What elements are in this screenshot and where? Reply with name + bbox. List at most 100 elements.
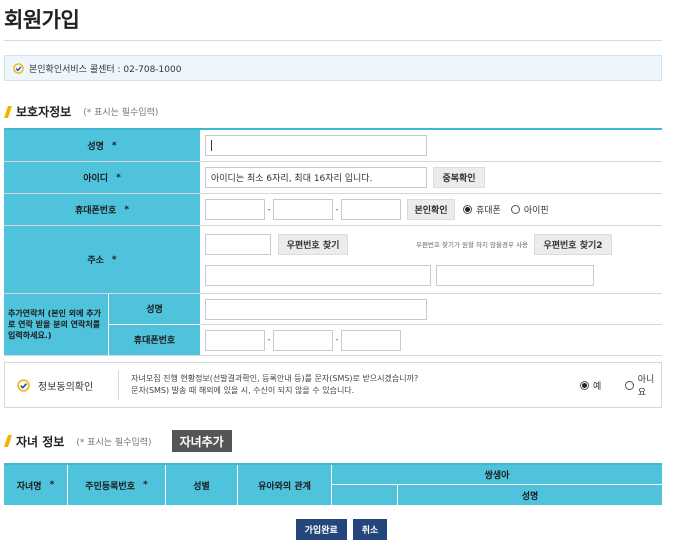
name-row: 성명 *: [4, 130, 662, 162]
consent-yes-radio[interactable]: 예: [579, 379, 602, 392]
zip-line: 우편번호 찾기 우편번호 찾기가 원할 하지 않을경우 사용 우편번호 찾기2: [205, 233, 662, 255]
extra-phone3-input[interactable]: [341, 329, 401, 351]
extra-phone-value: - -: [201, 325, 662, 355]
radio-dot: [625, 380, 634, 390]
dash: -: [267, 335, 271, 345]
id-value-cell: 아이디는 최소 6자리, 최대 16자리 입니다. 중복확인: [201, 162, 662, 193]
zipcode-input[interactable]: [205, 233, 271, 255]
consent-no-radio[interactable]: 아니요: [625, 372, 661, 398]
consent-text: 자녀모집 진행 현황정보(선발결과확인, 등록안내 등)를 문자(SMS)로 받…: [119, 373, 460, 397]
zip-search2-button[interactable]: 우편번호 찾기2: [534, 233, 612, 255]
guardian-id-input[interactable]: 아이디는 최소 6자리, 최대 16자리 입니다.: [205, 167, 427, 188]
required-mark: *: [142, 480, 148, 490]
callcenter-notice: 본인확인서비스 콜센터 : 02-708-1000: [4, 55, 662, 81]
check-circle-icon: [13, 62, 24, 74]
required-mark: *: [111, 140, 117, 151]
name-label: 성명: [87, 142, 104, 152]
radio-dot: [463, 205, 472, 214]
title-divider: [4, 40, 662, 41]
verify-button[interactable]: 본인확인: [407, 199, 455, 220]
extra-contact-label: 추가연락처 (본인 외에 추가로 연락 받을 분의 연락처를 입력하세요.): [8, 309, 101, 340]
cancel-button[interactable]: 취소: [352, 519, 388, 540]
radio-ipin-label: 아이핀: [523, 206, 549, 216]
consent-yes-label: 예: [592, 381, 602, 392]
address-value-cell: 우편번호 찾기 우편번호 찾기가 원할 하지 않을경우 사용 우편번호 찾기2: [201, 226, 662, 293]
dash: -: [335, 204, 339, 215]
add-child-button[interactable]: 자녀추가: [171, 430, 232, 452]
extra-phone2-input[interactable]: [273, 329, 333, 351]
guardian-title: 보호자정보: [16, 105, 72, 119]
phone-label-cell: 휴대폰번호 *: [4, 194, 201, 225]
col-resident-number-label: 주민등록번호: [85, 481, 135, 492]
form-actions: 가입완료 취소: [0, 519, 683, 540]
extra-values: - -: [201, 294, 662, 355]
page-title: 회원가입: [4, 8, 80, 32]
children-table: 자녀명 * 주민등록번호 * 성별 유아와의 관계 쌍생아 성명: [4, 463, 662, 505]
col-gender: 성별: [166, 465, 238, 505]
radio-dot: [579, 380, 589, 390]
address-line: [205, 264, 594, 286]
radio-phone-label: 휴대폰: [476, 206, 501, 216]
id-row: 아이디 * 아이디는 최소 6자리, 최대 16자리 입니다. 중복확인: [4, 162, 662, 194]
extra-phone1-input[interactable]: [205, 329, 265, 351]
phone-row: 휴대폰번호 * - - 본인확인 휴대폰 아이핀: [4, 194, 662, 226]
required-mark: *: [116, 172, 121, 183]
guardian-section-heading: 보호자정보 (* 표시는 필수입력): [4, 103, 159, 120]
section-marker: [4, 105, 12, 118]
consent-label-cell: 정보동의확인: [5, 370, 120, 400]
check-circle-icon: [17, 378, 30, 392]
consent-no-label: 아니요: [637, 375, 655, 398]
col-twin: 쌍생아 성명: [332, 465, 662, 505]
address2-input[interactable]: [436, 264, 594, 286]
guardian-name-input[interactable]: [205, 135, 427, 156]
section-marker: [4, 435, 12, 447]
col-resident-number: 주민등록번호 *: [68, 465, 166, 505]
children-table-header: 자녀명 * 주민등록번호 * 성별 유아와의 관계 쌍생아 성명: [4, 465, 662, 505]
notice-text: 본인확인서비스 콜센터 : 02-708-1000: [29, 64, 182, 75]
id-label-cell: 아이디 *: [4, 162, 201, 193]
guardian-note: (* 표시는 필수입력): [83, 108, 159, 118]
children-note: (* 표시는 필수입력): [76, 437, 152, 448]
consent-box: 정보동의확인 자녀모집 진행 현황정보(선발결과확인, 등록안내 등)를 문자(…: [4, 362, 662, 408]
dash: -: [335, 335, 339, 345]
required-mark: *: [111, 254, 117, 265]
twin-name-col: 성명: [398, 485, 662, 505]
address-label: 주소: [87, 256, 104, 266]
extra-name-label: 성명: [146, 305, 163, 316]
twin-header: 쌍생아: [332, 465, 662, 485]
extra-name-label-cell: 성명: [109, 294, 201, 325]
col-child-name: 자녀명 *: [4, 465, 68, 505]
consent-line1: 자녀모집 진행 현황정보(선발결과확인, 등록안내 등)를 문자(SMS)로 받…: [131, 374, 419, 383]
extra-contact-label-cell: 추가연락처 (본인 외에 추가로 연락 받을 분의 연락처를 입력하세요.): [4, 294, 109, 355]
radio-dot: [510, 205, 520, 214]
name-value-cell: [201, 130, 662, 161]
col-gender-label: 성별: [193, 481, 210, 492]
radio-ipin[interactable]: 아이핀: [510, 203, 549, 216]
children-section-heading: 자녀 정보 (* 표시는 필수입력) 자녀추가: [4, 430, 232, 452]
col-child-name-label: 자녀명: [16, 481, 42, 492]
extra-name-input[interactable]: [205, 298, 427, 320]
phone-value-cell: - - 본인확인 휴대폰 아이핀: [201, 194, 662, 225]
col-relation: 유아와의 관계: [238, 465, 332, 505]
consent-line2: 문자(SMS) 발송 때 해외에 있을 시, 수신이 되지 않을 수 있습니다.: [131, 386, 355, 395]
dash: -: [267, 204, 271, 215]
twin-subheader: 성명: [332, 485, 662, 505]
children-title: 자녀 정보: [16, 434, 65, 449]
extra-phone-label: 휴대폰번호: [133, 336, 176, 347]
phone-part2-input[interactable]: [273, 199, 333, 220]
zip-note: 우편번호 찾기가 원할 하지 않을경우 사용: [416, 241, 528, 249]
dup-check-button[interactable]: 중복확인: [433, 167, 485, 188]
extra-sub-labels: 성명 휴대폰번호: [109, 294, 201, 355]
zip-search-button[interactable]: 우편번호 찾기: [278, 233, 348, 255]
radio-phone[interactable]: 휴대폰: [463, 203, 501, 216]
extra-name-value: [201, 294, 662, 325]
submit-button[interactable]: 가입완료: [295, 519, 347, 540]
consent-label: 정보동의확인: [38, 381, 94, 393]
address-row: 주소 * 우편번호 찾기 우편번호 찾기가 원할 하지 않을경우 사용 우편번호 …: [4, 226, 662, 294]
address1-input[interactable]: [205, 264, 431, 286]
required-mark: *: [49, 480, 55, 490]
phone-part1-input[interactable]: [205, 199, 265, 220]
id-label: 아이디: [83, 174, 109, 184]
phone-part3-input[interactable]: [341, 199, 401, 220]
extra-phone-label-cell: 휴대폰번호: [109, 324, 201, 355]
